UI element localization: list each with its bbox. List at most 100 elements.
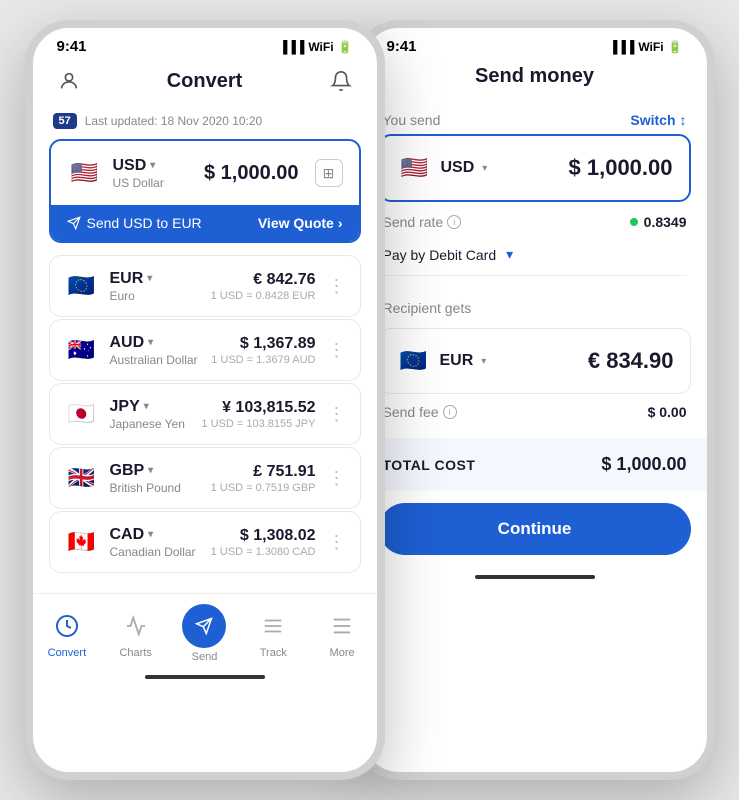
primary-currency-card[interactable]: 🇺🇸 USD ▾ US Dollar $ 1,000.00 ⊞	[49, 139, 361, 243]
from-currency-select[interactable]: 🇺🇸 USD ▾	[397, 150, 488, 186]
to-dropdown-arrow[interactable]: ▾	[481, 356, 486, 367]
to-amount: € 834.90	[588, 348, 674, 374]
home-indicator-right	[475, 575, 595, 579]
jpy-flag: 🇯🇵	[64, 396, 100, 432]
aud-rate: 1 USD = 1.3679 AUD	[211, 354, 315, 366]
you-send-section-header: You send Switch ↕	[363, 100, 707, 134]
send-label: Send USD to EUR	[67, 215, 202, 231]
eur-more-icon[interactable]: ⋮	[328, 276, 346, 297]
time-right: 9:41	[387, 38, 417, 55]
nav-convert-label: Convert	[48, 647, 87, 659]
aud-amount: $ 1,367.89	[211, 335, 315, 353]
aud-info: AUD ▾ Australian Dollar	[110, 334, 198, 367]
nav-item-charts[interactable]: Charts	[106, 608, 166, 659]
send-fee-label: Send fee i	[383, 404, 457, 420]
gbp-info: GBP ▾ British Pound	[110, 462, 181, 495]
send-fee-info-icon[interactable]: i	[443, 405, 457, 419]
time-left: 9:41	[57, 38, 87, 55]
status-icons-left: ▐▐▐ WiFi 🔋	[279, 40, 353, 54]
jpy-left: 🇯🇵 JPY ▾ Japanese Yen	[64, 396, 185, 432]
switch-icon: ↕	[680, 112, 687, 128]
aud-more-icon[interactable]: ⋮	[328, 340, 346, 361]
send-rate-info-icon[interactable]: i	[447, 215, 461, 229]
update-bar: 57 Last updated: 18 Nov 2020 10:20	[33, 109, 377, 139]
cad-code: CAD ▾	[110, 526, 196, 544]
nav-item-track[interactable]: Track	[243, 608, 303, 659]
total-cost-bar: TOTAL COST $ 1,000.00	[363, 438, 707, 491]
nav-send-label: Send	[192, 651, 218, 663]
bell-icon[interactable]	[325, 65, 357, 97]
wifi-icon: WiFi	[308, 40, 333, 54]
aud-left: 🇦🇺 AUD ▾ Australian Dollar	[64, 332, 198, 368]
status-icons-right: ▐▐▐ WiFi 🔋	[609, 40, 683, 54]
cad-rate-info: $ 1,308.02 1 USD = 1.3080 CAD	[211, 527, 316, 558]
gbp-name: British Pound	[110, 481, 181, 495]
signal-icon: ▐▐▐	[279, 40, 305, 54]
switch-button[interactable]: Switch ↕	[630, 112, 686, 128]
continue-button[interactable]: Continue	[379, 503, 691, 555]
eur-code: EUR ▾	[110, 270, 153, 288]
send-rate-row: Send rate i 0.8349	[363, 202, 707, 242]
jpy-rate-info: ¥ 103,815.52 1 USD = 103.8155 JPY	[201, 399, 315, 430]
eur-flag: 🇪🇺	[64, 268, 100, 304]
header-left: Convert	[33, 61, 377, 109]
left-phone: 9:41 ▐▐▐ WiFi 🔋 Convert 57	[25, 20, 385, 780]
view-quote-btn[interactable]: View Quote ›	[258, 215, 343, 231]
you-send-label: You send	[383, 112, 441, 128]
nav-item-convert[interactable]: Convert	[37, 608, 97, 659]
cad-amount: $ 1,308.02	[211, 527, 316, 545]
jpy-rate: 1 USD = 103.8155 JPY	[201, 418, 315, 430]
table-row[interactable]: 🇪🇺 EUR ▾ Euro € 842.76 1 USD =	[49, 255, 361, 317]
aud-code: AUD ▾	[110, 334, 198, 352]
aud-name: Australian Dollar	[110, 353, 198, 367]
total-cost-value: $ 1,000.00	[601, 454, 686, 475]
jpy-more-icon[interactable]: ⋮	[328, 404, 346, 425]
send-money-title: Send money	[475, 65, 594, 87]
send-rate-value: 0.8349	[630, 214, 687, 230]
send-nav-btn[interactable]	[182, 604, 226, 648]
table-row[interactable]: 🇬🇧 GBP ▾ British Pound £ 751.91 1 USD =	[49, 447, 361, 509]
rate-dot	[630, 218, 638, 226]
pay-method-dropdown[interactable]: ▾	[506, 246, 513, 263]
send-input-card[interactable]: 🇺🇸 USD ▾ $ 1,000.00	[379, 134, 691, 202]
user-icon[interactable]	[53, 65, 85, 97]
primary-currency-code[interactable]: USD ▾	[113, 157, 164, 175]
recipient-gets-label: Recipient gets	[383, 300, 472, 316]
primary-dropdown-arrow: ▾	[150, 160, 155, 171]
more-nav-icon	[324, 608, 360, 644]
aud-rate-info: $ 1,367.89 1 USD = 1.3679 AUD	[211, 335, 315, 366]
from-dropdown-arrow[interactable]: ▾	[482, 163, 487, 174]
from-flag: 🇺🇸	[397, 150, 433, 186]
gbp-flag: 🇬🇧	[64, 460, 100, 496]
jpy-amount: ¥ 103,815.52	[201, 399, 315, 417]
gbp-rate: 1 USD = 0.7519 GBP	[211, 482, 316, 494]
send-rate-label: Send rate i	[383, 214, 462, 230]
total-cost-label: TOTAL COST	[383, 457, 476, 473]
table-row[interactable]: 🇯🇵 JPY ▾ Japanese Yen ¥ 103,815.52 1 USD…	[49, 383, 361, 445]
primary-currency-name: US Dollar	[113, 176, 164, 190]
calc-icon[interactable]: ⊞	[315, 159, 343, 187]
nav-item-send[interactable]: Send	[174, 604, 234, 663]
nav-item-more[interactable]: More	[312, 608, 372, 659]
to-currency-select[interactable]: 🇪🇺 EUR ▾	[396, 343, 487, 379]
update-text: Last updated: 18 Nov 2020 10:20	[85, 114, 262, 128]
gbp-rate-info: £ 751.91 1 USD = 0.7519 GBP	[211, 463, 316, 494]
eur-name: Euro	[110, 289, 153, 303]
primary-card-top: 🇺🇸 USD ▾ US Dollar $ 1,000.00 ⊞	[51, 141, 359, 205]
eur-amount: € 842.76	[211, 271, 316, 289]
cad-left: 🇨🇦 CAD ▾ Canadian Dollar	[64, 524, 196, 560]
table-row[interactable]: 🇦🇺 AUD ▾ Australian Dollar $ 1,367.89 1 …	[49, 319, 361, 381]
phones-container: 9:41 ▐▐▐ WiFi 🔋 Convert 57	[25, 20, 715, 780]
receive-input-card: 🇪🇺 EUR ▾ € 834.90	[379, 328, 691, 394]
eur-rate: 1 USD = 0.8428 EUR	[211, 290, 316, 302]
eur-left: 🇪🇺 EUR ▾ Euro	[64, 268, 153, 304]
table-row[interactable]: 🇨🇦 CAD ▾ Canadian Dollar $ 1,308.02 1 US…	[49, 511, 361, 573]
pay-method-row[interactable]: Pay by Debit Card ▾	[363, 242, 707, 275]
aud-flag: 🇦🇺	[64, 332, 100, 368]
from-amount: $ 1,000.00	[569, 155, 673, 181]
gbp-more-icon[interactable]: ⋮	[328, 468, 346, 489]
usd-flag: 🇺🇸	[67, 155, 103, 191]
cad-more-icon[interactable]: ⋮	[328, 532, 346, 553]
nav-charts-label: Charts	[119, 647, 151, 659]
wifi-icon-right: WiFi	[638, 40, 663, 54]
